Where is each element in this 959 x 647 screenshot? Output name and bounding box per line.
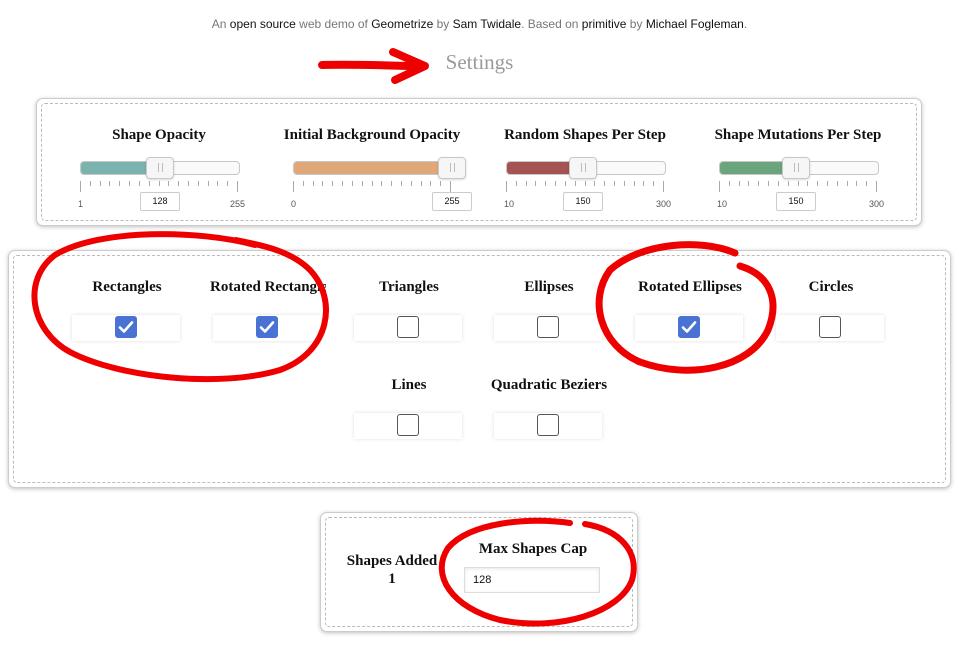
checkbox-container [213, 315, 321, 341]
checkbox-container [354, 413, 462, 439]
shape-label: Quadratic Beziers [490, 377, 608, 393]
slider-handle[interactable] [569, 157, 597, 179]
slider-value-box[interactable]: 150 [776, 192, 816, 211]
slider-track[interactable] [293, 161, 453, 175]
checkmark-icon [681, 321, 697, 333]
slider-max-label: 255 [230, 199, 246, 209]
credits-text: An [211, 17, 230, 31]
slider-max-label: 300 [869, 199, 885, 209]
shapes-added-value: 1 [388, 571, 396, 587]
primitive-author-link[interactable]: Michael Fogleman [646, 17, 744, 31]
shape-label: Triangles [379, 279, 439, 295]
checkbox-container [354, 315, 462, 341]
slider-handle[interactable] [146, 157, 174, 179]
credits-line: An open source web demo of Geometrize by… [0, 17, 959, 31]
open-source-link[interactable]: open source [230, 17, 296, 31]
shape-label: Rotated Rectangles [210, 279, 326, 295]
shape-checkbox[interactable] [256, 316, 278, 338]
shape-checkbox[interactable] [819, 316, 841, 338]
checkbox-container [776, 315, 884, 341]
slider-value-box[interactable]: 150 [563, 192, 603, 211]
shape-label: Circles [808, 279, 854, 295]
slider-ticks [293, 181, 451, 193]
slider-title: Initial Background Opacity [283, 127, 461, 143]
shape-checkbox[interactable] [397, 414, 419, 436]
slider-handle[interactable] [782, 157, 810, 179]
shapes-added-label: Shapes Added [346, 553, 438, 569]
credits-text: by [626, 17, 646, 31]
slider-min-label: 1 [78, 199, 84, 209]
slider-min-label: 10 [504, 199, 515, 209]
credits-text: . [743, 17, 748, 31]
shape-checkbox[interactable] [537, 414, 559, 436]
slider-handle[interactable] [438, 157, 466, 179]
slider-title: Shape Opacity [112, 127, 206, 143]
shape-checkbox[interactable] [115, 316, 137, 338]
geometrize-link[interactable]: Geometrize [371, 17, 433, 31]
credits-text: . Based on [521, 17, 582, 31]
shape-label: Lines [391, 377, 427, 393]
slider-title: Shape Mutations Per Step [714, 127, 882, 143]
settings-heading: Settings [445, 50, 514, 74]
shape-label: Rectangles [92, 279, 162, 295]
shape-checkbox[interactable] [397, 316, 419, 338]
checkbox-container [494, 315, 602, 341]
slider-max-label: 300 [656, 199, 672, 209]
shape-label: Ellipses [524, 279, 574, 295]
slider-value-box[interactable]: 128 [140, 192, 180, 211]
checkmark-icon [118, 321, 134, 333]
slider-min-label: 0 [291, 199, 297, 209]
primitive-link[interactable]: primitive [582, 17, 627, 31]
slider-value-box[interactable]: 255 [432, 192, 472, 211]
credits-text: by [433, 17, 453, 31]
checkbox-container [635, 315, 743, 341]
checkmark-icon [259, 321, 275, 333]
credits-text: web demo of [295, 17, 372, 31]
shape-checkbox[interactable] [537, 316, 559, 338]
shape-checkbox[interactable] [678, 316, 700, 338]
max-shapes-input[interactable]: 128 [464, 567, 600, 593]
slider-fill [294, 162, 452, 174]
checkbox-container [72, 315, 180, 341]
slider-title: Random Shapes Per Step [504, 127, 666, 143]
checkbox-container [494, 413, 602, 439]
max-shapes-label: Max Shapes Cap [478, 541, 588, 557]
slider-min-label: 10 [717, 199, 728, 209]
shape-label: Rotated Ellipses [638, 279, 742, 295]
author-link[interactable]: Sam Twidale [453, 17, 521, 31]
